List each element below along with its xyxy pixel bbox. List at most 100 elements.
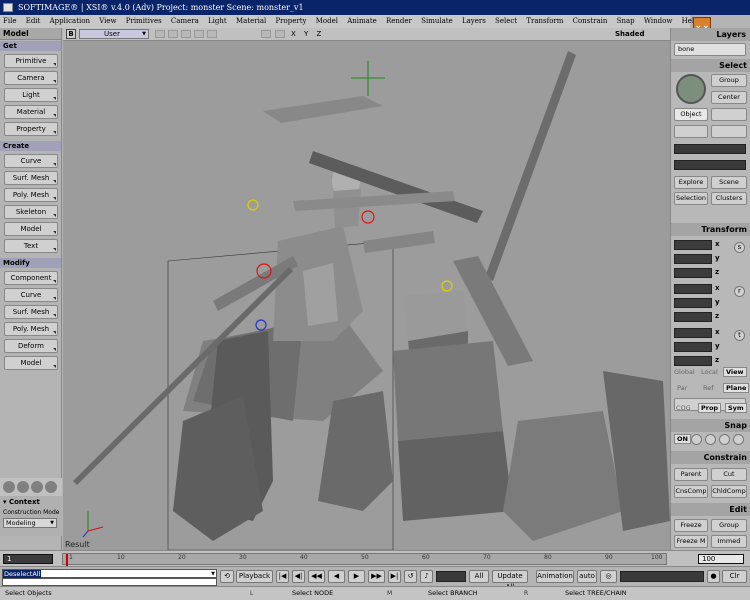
first-frame-button[interactable]: |◀ <box>276 570 289 583</box>
menu-primitives[interactable]: Primitives <box>126 15 162 28</box>
key-button[interactable]: ● <box>707 570 720 583</box>
create-skeleton-button[interactable]: Skeleton <box>4 205 58 219</box>
edit-header[interactable]: Edit <box>671 503 750 516</box>
prev-key-button[interactable]: ◀| <box>292 570 305 583</box>
explore-button[interactable]: Explore <box>674 176 708 189</box>
lock-icon[interactable] <box>261 30 271 38</box>
menu-constrain[interactable]: Constrain <box>573 15 608 28</box>
translate-tool-icon[interactable]: t <box>734 330 745 341</box>
menu-property[interactable]: Property <box>275 15 306 28</box>
selection-button[interactable]: Selection <box>674 192 708 205</box>
update-all-button[interactable]: Update All <box>492 570 528 591</box>
get-property-button[interactable]: Property <box>4 122 58 136</box>
play-backward-button[interactable]: ◀ <box>328 570 345 583</box>
clusters-button[interactable]: Clusters <box>711 192 747 205</box>
menu-application[interactable]: Application <box>50 15 90 28</box>
scale-x-field[interactable] <box>674 240 712 250</box>
menu-camera[interactable]: Camera <box>171 15 199 28</box>
translate-z-field[interactable] <box>674 356 712 366</box>
modify-deform-button[interactable]: Deform <box>4 339 58 353</box>
command-line[interactable]: DeselectAll <box>2 569 217 578</box>
transform-header[interactable]: Transform <box>671 223 750 236</box>
translate-y-field[interactable] <box>674 342 712 352</box>
cut-button[interactable]: Cut <box>711 468 747 481</box>
key-options-icon[interactable]: ◎ <box>600 570 617 583</box>
frame-field[interactable] <box>436 571 466 582</box>
edit-group-button[interactable]: Group <box>711 519 747 532</box>
menu-light[interactable]: Light <box>208 15 227 28</box>
constrain-header[interactable]: Constrain <box>671 451 750 464</box>
cog-toggle[interactable]: COG <box>676 404 691 412</box>
script-log-field[interactable] <box>2 578 217 586</box>
menu-render[interactable]: Render <box>386 15 412 28</box>
modify-poly-mesh-button[interactable]: Poly. Mesh <box>4 322 58 336</box>
ref-toggle[interactable]: Ref <box>703 384 714 392</box>
snap-options-icon[interactable] <box>733 434 744 445</box>
all-button[interactable]: All <box>469 570 489 583</box>
playback-button[interactable]: Playback <box>236 570 273 583</box>
auto-key-button[interactable]: auto <box>577 570 597 583</box>
menu-snap[interactable]: Snap <box>617 15 635 28</box>
3d-viewport[interactable]: Result <box>63 41 670 550</box>
get-camera-button[interactable]: Camera <box>4 71 58 85</box>
select-filter-button[interactable] <box>674 125 708 138</box>
select-filter-button[interactable] <box>711 125 747 138</box>
playhead[interactable] <box>66 554 68 566</box>
create-text-button[interactable]: Text <box>4 239 58 253</box>
menu-material[interactable]: Material <box>236 15 266 28</box>
next-frame-button[interactable]: ▶▶ <box>368 570 385 583</box>
get-primitive-button[interactable]: Primitive <box>4 54 58 68</box>
layer-select[interactable]: bone <box>674 43 746 56</box>
chldcomp-button[interactable]: ChldComp <box>711 485 747 498</box>
create-model-button[interactable]: Model <box>4 222 58 236</box>
eye-icon[interactable] <box>275 30 285 38</box>
axis-toggle[interactable]: X Y Z <box>291 29 324 39</box>
menu-model[interactable]: Model <box>316 15 338 28</box>
play-forward-button[interactable]: ▶ <box>348 570 365 583</box>
get-material-button[interactable]: Material <box>4 105 58 119</box>
timeline-track[interactable]: 1 10 20 30 40 50 60 70 80 90 100 <box>62 553 667 566</box>
selection-field[interactable] <box>674 160 746 170</box>
immed-button[interactable]: Immed <box>711 535 747 548</box>
parent-button[interactable]: Parent <box>674 468 708 481</box>
view-toggle[interactable]: View <box>723 367 747 377</box>
viewport-option-icon[interactable] <box>207 30 217 38</box>
model-toolbar-icon[interactable] <box>3 481 15 493</box>
plane-toggle[interactable]: Plane <box>723 383 750 393</box>
par-toggle[interactable]: Par <box>677 384 687 392</box>
selection-arrow-icon[interactable] <box>676 74 706 104</box>
get-light-button[interactable]: Light <box>4 88 58 102</box>
menu-select[interactable]: Select <box>495 15 517 28</box>
scene-button[interactable]: Scene <box>711 176 747 189</box>
prev-frame-button[interactable]: ◀◀ <box>308 570 325 583</box>
snap-header[interactable]: Snap <box>671 419 750 432</box>
global-toggle[interactable]: Global <box>674 368 695 376</box>
sym-toggle[interactable]: Sym <box>725 403 747 413</box>
snap-grid-icon[interactable] <box>719 434 730 445</box>
last-frame-button[interactable]: ▶| <box>388 570 401 583</box>
animation-button[interactable]: Animation <box>536 570 574 583</box>
menu-animate[interactable]: Animate <box>347 15 377 28</box>
layers-header[interactable]: Layers <box>671 28 750 41</box>
menu-window[interactable]: Window <box>644 15 673 28</box>
modify-model-button[interactable]: Model <box>4 356 58 370</box>
scale-tool-icon[interactable]: s <box>734 242 745 253</box>
translate-x-field[interactable] <box>674 328 712 338</box>
modify-curve-button[interactable]: Curve <box>4 288 58 302</box>
select-object-button[interactable]: Object <box>674 108 708 121</box>
viewport-option-icon[interactable] <box>181 30 191 38</box>
menu-transform[interactable]: Transform <box>526 15 563 28</box>
modify-component-button[interactable]: Component <box>4 271 58 285</box>
select-center-button[interactable]: Center <box>711 91 747 104</box>
menu-file[interactable]: File <box>3 15 16 28</box>
timeline-end-field[interactable]: 100 <box>698 554 744 564</box>
animate-toolbar-icon[interactable] <box>17 481 29 493</box>
create-surf-mesh-button[interactable]: Surf. Mesh <box>4 171 58 185</box>
playback-options-icon[interactable]: ⟲ <box>220 570 234 583</box>
model-panel-title[interactable]: Model <box>0 28 61 40</box>
viewport-option-icon[interactable] <box>194 30 204 38</box>
simulate-toolbar-icon[interactable] <box>45 481 57 493</box>
snap-points-icon[interactable] <box>691 434 702 445</box>
selection-field[interactable] <box>674 144 746 154</box>
local-toggle[interactable]: Local <box>701 368 718 376</box>
